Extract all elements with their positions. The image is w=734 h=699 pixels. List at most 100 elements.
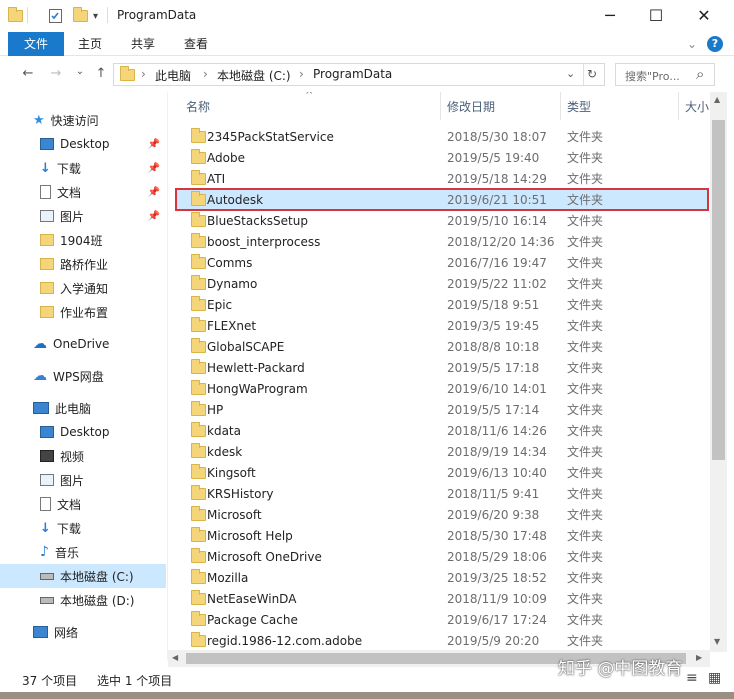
sidebar-item-homework[interactable]: 作业布置 <box>0 300 166 324</box>
table-row[interactable]: HP 2019/5/5 17:14 文件夹 <box>176 399 708 420</box>
pin-icon[interactable]: 📌 <box>148 211 160 222</box>
file-name[interactable]: Hewlett-Packard <box>207 361 305 375</box>
column-header-type[interactable]: 类型 <box>567 96 591 118</box>
scroll-up-arrow[interactable]: ▲ <box>714 95 720 104</box>
file-name[interactable]: ATI <box>207 172 225 186</box>
file-name[interactable]: NetEaseWinDA <box>207 592 296 606</box>
file-name[interactable]: GlobalSCAPE <box>207 340 284 354</box>
file-name[interactable]: Autodesk <box>207 193 263 207</box>
file-name[interactable]: Dynamo <box>207 277 257 291</box>
breadcrumb-programdata[interactable]: ProgramData <box>313 67 392 81</box>
breadcrumb-drive-c[interactable]: 本地磁盘 (C:) <box>217 67 291 84</box>
sidebar-item-network[interactable]: 网络 <box>0 620 166 644</box>
sidebar-item-luqiao[interactable]: 路桥作业 <box>0 252 166 276</box>
pin-icon[interactable]: 📌 <box>148 163 160 174</box>
sidebar-item-music[interactable]: ♪ 音乐 <box>0 540 166 564</box>
file-name[interactable]: Mozilla <box>207 571 248 585</box>
file-name[interactable]: BlueStacksSetup <box>207 214 308 228</box>
table-row[interactable]: GlobalSCAPE 2018/8/8 10:18 文件夹 <box>176 336 708 357</box>
sidebar-item-documents[interactable]: 文档 📌 <box>0 180 166 204</box>
back-button[interactable]: ← <box>18 66 38 84</box>
table-row[interactable]: Dynamo 2019/5/22 11:02 文件夹 <box>176 273 708 294</box>
new-folder-icon[interactable] <box>73 7 88 25</box>
collapse-ribbon-icon[interactable]: ⌄ <box>684 32 700 56</box>
table-row[interactable]: HongWaProgram 2019/6/10 14:01 文件夹 <box>176 378 708 399</box>
minimize-button[interactable]: ─ <box>586 0 634 30</box>
properties-icon[interactable] <box>48 7 64 25</box>
sidebar-item-downloads[interactable]: ↓ 下载 <box>0 516 166 540</box>
sidebar-item-onedrive[interactable]: ☁ OneDrive <box>0 332 166 356</box>
customize-toolbar-icon[interactable]: ▾ <box>93 7 98 25</box>
table-row[interactable]: Hewlett-Packard 2019/5/5 17:18 文件夹 <box>176 357 708 378</box>
table-row[interactable]: Epic 2019/5/18 9:51 文件夹 <box>176 294 708 315</box>
sidebar-item-wps[interactable]: ☁ WPS网盘 <box>0 364 166 388</box>
details-view-icon[interactable]: ≡ <box>686 670 698 686</box>
table-row[interactable]: Package Cache 2019/6/17 17:24 文件夹 <box>176 609 708 630</box>
search-placeholder[interactable]: 搜索"Pro... <box>625 68 680 84</box>
file-name[interactable]: Microsoft Help <box>207 529 293 543</box>
file-name[interactable]: KRSHistory <box>207 487 274 501</box>
file-name[interactable]: Comms <box>207 256 252 270</box>
forward-button[interactable]: → <box>46 66 66 84</box>
file-name[interactable]: regid.1986-12.com.adobe <box>207 634 362 648</box>
table-row[interactable]: Mozilla 2019/3/25 18:52 文件夹 <box>176 567 708 588</box>
column-separator[interactable] <box>678 92 679 120</box>
pin-icon[interactable]: 📌 <box>148 187 160 198</box>
file-name[interactable]: kdesk <box>207 445 242 459</box>
pin-icon[interactable]: 📌 <box>148 139 160 150</box>
recent-locations-button[interactable]: ⌄ <box>70 66 90 84</box>
address-dropdown-icon[interactable]: ⌄ <box>566 67 575 80</box>
address-bar[interactable]: › 此电脑 › 本地磁盘 (C:) › ProgramData ⌄ ↻ <box>113 63 605 86</box>
table-row[interactable]: FLEXnet 2019/3/5 19:45 文件夹 <box>176 315 708 336</box>
table-row[interactable]: Comms 2016/7/16 19:47 文件夹 <box>176 252 708 273</box>
file-name[interactable]: HP <box>207 403 223 417</box>
vertical-scrollbar[interactable]: ▲ ▼ <box>710 92 727 652</box>
table-row[interactable]: regid.1986-12.com.adobe 2019/5/9 20:20 文件夹 <box>176 630 708 651</box>
sidebar-item-quick-access[interactable]: ★ 快速访问 <box>0 108 166 132</box>
refresh-icon[interactable]: ↻ <box>587 67 597 81</box>
breadcrumb-separator[interactable]: › <box>299 67 304 81</box>
file-name[interactable]: Kingsoft <box>207 466 256 480</box>
table-row[interactable]: Autodesk 2019/6/21 10:51 文件夹 <box>175 188 709 211</box>
sidebar-item-downloads[interactable]: ↓ 下载 📌 <box>0 156 166 180</box>
close-button[interactable]: ✕ <box>680 0 728 30</box>
table-row[interactable]: Kingsoft 2019/6/13 10:40 文件夹 <box>176 462 708 483</box>
sidebar-item-pictures[interactable]: 图片 📌 <box>0 204 166 228</box>
file-name[interactable]: Epic <box>207 298 232 312</box>
tab-file[interactable]: 文件 <box>8 32 64 56</box>
breadcrumb-separator[interactable]: › <box>141 67 146 81</box>
table-row[interactable]: BlueStacksSetup 2019/5/10 16:14 文件夹 <box>176 210 708 231</box>
sidebar-item-documents[interactable]: 文档 <box>0 492 166 516</box>
table-row[interactable]: Microsoft Help 2018/5/30 17:48 文件夹 <box>176 525 708 546</box>
tab-view[interactable]: 查看 <box>176 32 216 56</box>
column-header-name[interactable]: 名称 <box>186 96 210 118</box>
sidebar-item-pictures[interactable]: 图片 <box>0 468 166 492</box>
sidebar-item-1904[interactable]: 1904班 <box>0 228 166 252</box>
file-name[interactable]: Package Cache <box>207 613 298 627</box>
help-icon[interactable]: ? <box>707 36 723 52</box>
table-row[interactable]: kdesk 2018/9/19 14:34 文件夹 <box>176 441 708 462</box>
file-name[interactable]: Adobe <box>207 151 245 165</box>
column-header-date[interactable]: 修改日期 <box>447 96 495 118</box>
maximize-button[interactable]: ☐ <box>632 0 680 30</box>
up-button[interactable]: ↑ <box>91 66 111 84</box>
sidebar-item-drive-c[interactable]: 本地磁盘 (C:) <box>0 564 166 588</box>
table-row[interactable]: Adobe 2019/5/5 19:40 文件夹 <box>176 147 708 168</box>
table-row[interactable]: Microsoft 2019/6/20 9:38 文件夹 <box>176 504 708 525</box>
file-name[interactable]: FLEXnet <box>207 319 256 333</box>
breadcrumb-separator[interactable]: › <box>203 67 208 81</box>
table-row[interactable]: kdata 2018/11/6 14:26 文件夹 <box>176 420 708 441</box>
tab-home[interactable]: 主页 <box>70 32 110 56</box>
sidebar-item-videos[interactable]: 视频 <box>0 444 166 468</box>
sidebar-item-drive-d[interactable]: 本地磁盘 (D:) <box>0 588 166 612</box>
breadcrumb-this-pc[interactable]: 此电脑 <box>155 67 191 84</box>
scroll-thumb[interactable] <box>712 120 725 460</box>
scroll-right-arrow[interactable]: ▶ <box>696 653 702 662</box>
file-name[interactable]: kdata <box>207 424 241 438</box>
sidebar-item-desktop[interactable]: Desktop <box>0 420 166 444</box>
column-separator[interactable] <box>560 92 561 120</box>
sidebar-item-desktop[interactable]: Desktop 📌 <box>0 132 166 156</box>
search-box[interactable]: 搜索"Pro... ⌕ <box>615 63 715 86</box>
table-row[interactable]: Microsoft OneDrive 2018/5/29 18:06 文件夹 <box>176 546 708 567</box>
file-name[interactable]: Microsoft OneDrive <box>207 550 322 564</box>
